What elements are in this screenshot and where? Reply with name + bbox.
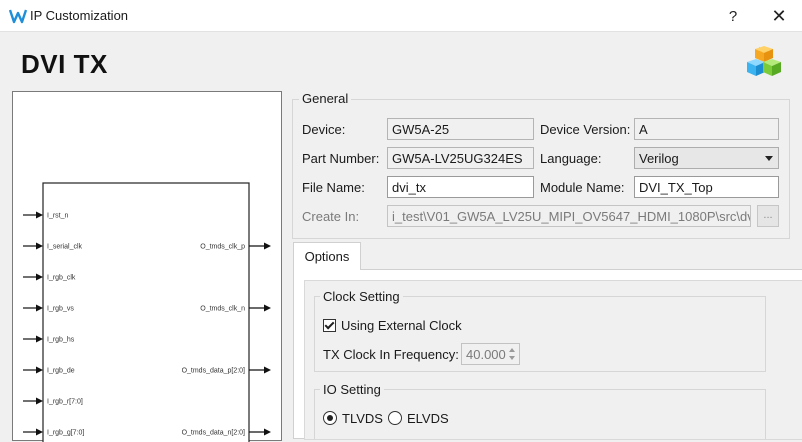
ip-cubes-icon (747, 46, 781, 76)
ip-block-diagram: I_rst_n I_serial_clk I_rgb_clk I_rgb_vs I_rg… (12, 91, 282, 442)
arrow-right-icon (264, 428, 271, 436)
tx-freq-label: TX Clock In Frequency: (323, 347, 459, 362)
part-number-field: GW5A-LV25UG324ES (387, 147, 534, 169)
external-clock-label[interactable]: Using External Clock (341, 318, 462, 333)
gowin-logo-icon (9, 9, 27, 24)
arrow-right-icon (36, 428, 43, 436)
arrow-right-icon (36, 335, 43, 343)
arrow-right-icon (36, 366, 43, 374)
arrow-right-icon (36, 211, 43, 219)
checkmark-icon (324, 319, 335, 330)
input-port-label: I_rgb_hs (47, 337, 75, 344)
general-group-title: General (299, 91, 352, 106)
browse-button[interactable]: ... (757, 205, 779, 227)
language-select[interactable]: Verilog (634, 147, 779, 169)
tx-freq-spinbox: 40.000 (461, 343, 520, 365)
input-port-label: I_rst_n (47, 213, 69, 220)
output-port-label: O_tmds_clk_p (200, 244, 245, 251)
elvds-radio[interactable] (388, 411, 402, 425)
file-name-input[interactable]: dvi_tx (387, 176, 534, 198)
input-port-label: I_rgb_clk (47, 275, 76, 282)
module-name-label: Module Name: (540, 180, 625, 195)
input-port-label: I_rgb_vs (47, 306, 74, 313)
output-port-label: O_tmds_data_n[2:0] (182, 430, 245, 437)
output-port-label: O_tmds_data_p[2:0] (182, 368, 245, 375)
help-button[interactable]: ? (710, 0, 756, 32)
input-port-label: I_rgb_r[7:0] (47, 399, 83, 406)
tlvds-radio[interactable] (323, 411, 337, 425)
create-in-field: i_test\V01_GW5A_LV25U_MIPI_OV5647_HDMI_1… (387, 205, 751, 227)
arrow-right-icon (264, 304, 271, 312)
clock-setting-title: Clock Setting (320, 289, 403, 304)
create-in-label: Create In: (302, 209, 360, 224)
arrow-right-icon (36, 242, 43, 250)
tlvds-label[interactable]: TLVDS (342, 411, 383, 426)
window-title: IP Customization (30, 8, 129, 23)
elvds-label[interactable]: ELVDS (407, 411, 449, 426)
module-name-input[interactable]: DVI_TX_Top (634, 176, 779, 198)
device-version-label: Device Version: (540, 122, 631, 137)
file-name-label: File Name: (302, 180, 365, 195)
device-field: GW5A-25 (387, 118, 534, 140)
language-select-value: Verilog (639, 151, 679, 166)
device-version-field: A (634, 118, 779, 140)
arrow-right-icon (264, 366, 271, 374)
io-setting-title: IO Setting (320, 382, 384, 397)
spin-arrows-icon (509, 348, 515, 360)
output-port-label: O_tmds_clk_n (200, 306, 245, 313)
arrow-right-icon (36, 273, 43, 281)
input-port-label: I_serial_clk (47, 244, 83, 251)
part-number-label: Part Number: (302, 151, 380, 166)
arrow-right-icon (36, 304, 43, 312)
radio-selected-dot (327, 415, 333, 421)
chevron-down-icon (765, 156, 773, 161)
tab-options[interactable]: Options (293, 242, 361, 270)
arrow-right-icon (264, 242, 271, 250)
external-clock-checkbox[interactable] (323, 319, 336, 332)
page-title: DVI TX (21, 49, 108, 79)
arrow-right-icon (36, 397, 43, 405)
language-label: Language: (540, 151, 602, 166)
tx-freq-value: 40.000 (466, 347, 506, 362)
title-bar: IP Customization ? ✕ (0, 0, 802, 32)
input-port-label: I_rgb_de (47, 368, 75, 375)
input-port-label: I_rgb_g[7:0] (47, 430, 84, 437)
close-button[interactable]: ✕ (756, 0, 802, 32)
device-label: Device: (302, 122, 346, 137)
